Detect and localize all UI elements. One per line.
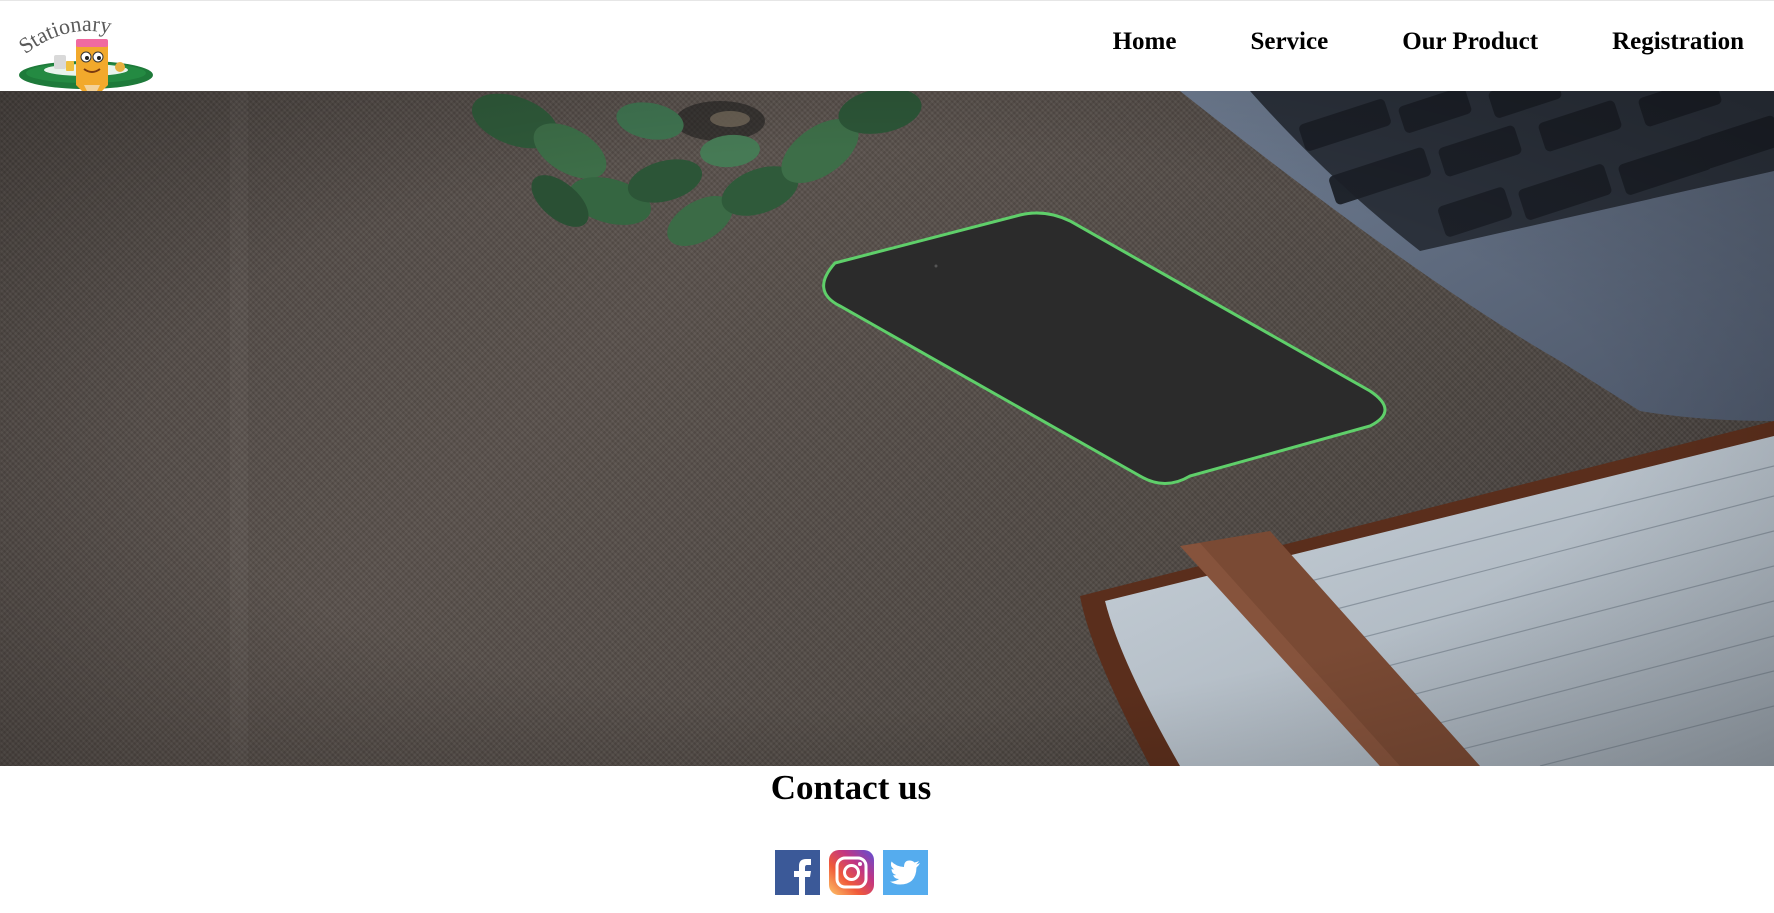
- instagram-link[interactable]: [829, 850, 874, 895]
- nav-service-link[interactable]: Service: [1250, 29, 1328, 54]
- site-logo[interactable]: Stationary: [14, 15, 164, 95]
- twitter-icon: [883, 850, 928, 895]
- page: Stationary Home Service Our Product Regi…: [0, 0, 1774, 913]
- facebook-link[interactable]: [775, 850, 820, 895]
- nav-registration-link[interactable]: Registration: [1612, 29, 1744, 54]
- site-header: Stationary Home Service Our Product Regi…: [0, 0, 1774, 95]
- pencil-mascot-logo-icon: Stationary: [14, 15, 153, 95]
- instagram-icon: [829, 850, 874, 895]
- twitter-link[interactable]: [883, 850, 928, 895]
- desk-scene-illustration: [0, 91, 1774, 766]
- social-links: [775, 850, 928, 895]
- nav-home-link[interactable]: Home: [1113, 29, 1177, 54]
- contact-us-heading: Contact us: [770, 768, 932, 807]
- hero-banner-image: [0, 91, 1774, 766]
- nav-our-product-link[interactable]: Our Product: [1402, 29, 1538, 54]
- facebook-icon: [775, 850, 820, 895]
- main-nav: Home Service Our Product Registration: [1113, 29, 1744, 54]
